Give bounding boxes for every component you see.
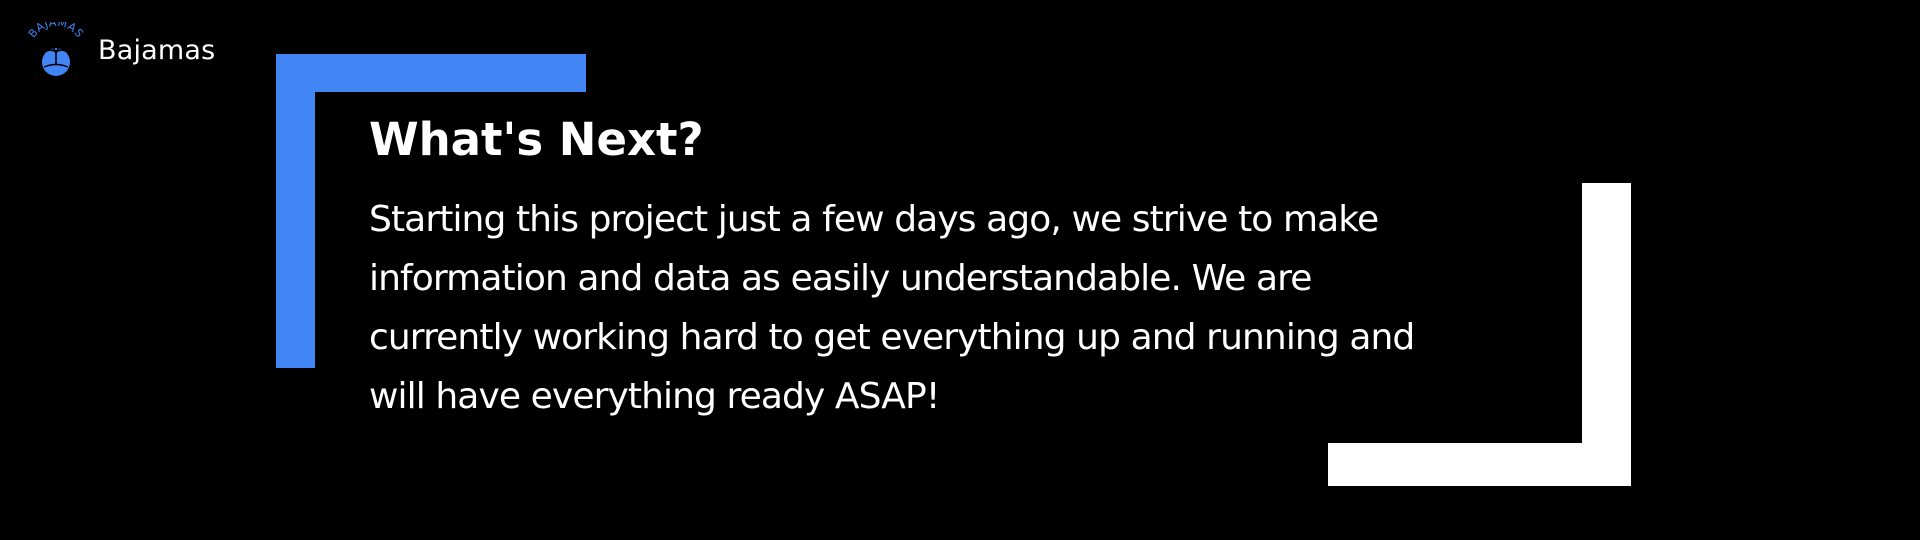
section-body: Starting this project just a few days ag… (369, 190, 1559, 426)
whats-next-section: What's Next? Starting this project just … (369, 108, 1559, 426)
blue-bracket-left (276, 54, 315, 368)
body-line: currently working hard to get everything… (369, 317, 1415, 358)
palm-tree-globe-icon: BAJAMAS (26, 22, 86, 76)
white-bracket-bottom (1328, 443, 1631, 486)
body-line: will have everything ready ASAP! (369, 376, 940, 417)
section-heading: What's Next? (369, 113, 704, 166)
brand-name: Bajamas (98, 34, 216, 66)
body-line: information and data as easily understan… (369, 258, 1312, 299)
brand-logo[interactable]: BAJAMAS Bajamas (24, 22, 215, 78)
page: BAJAMAS Bajamas What's Next? Starting th… (0, 0, 1920, 540)
logo-arc-text: BAJAMAS (26, 22, 86, 40)
svg-text:BAJAMAS: BAJAMAS (26, 22, 86, 40)
white-bracket-right (1582, 183, 1631, 486)
blue-bracket-top (276, 54, 586, 92)
body-line: Starting this project just a few days ag… (369, 199, 1379, 240)
